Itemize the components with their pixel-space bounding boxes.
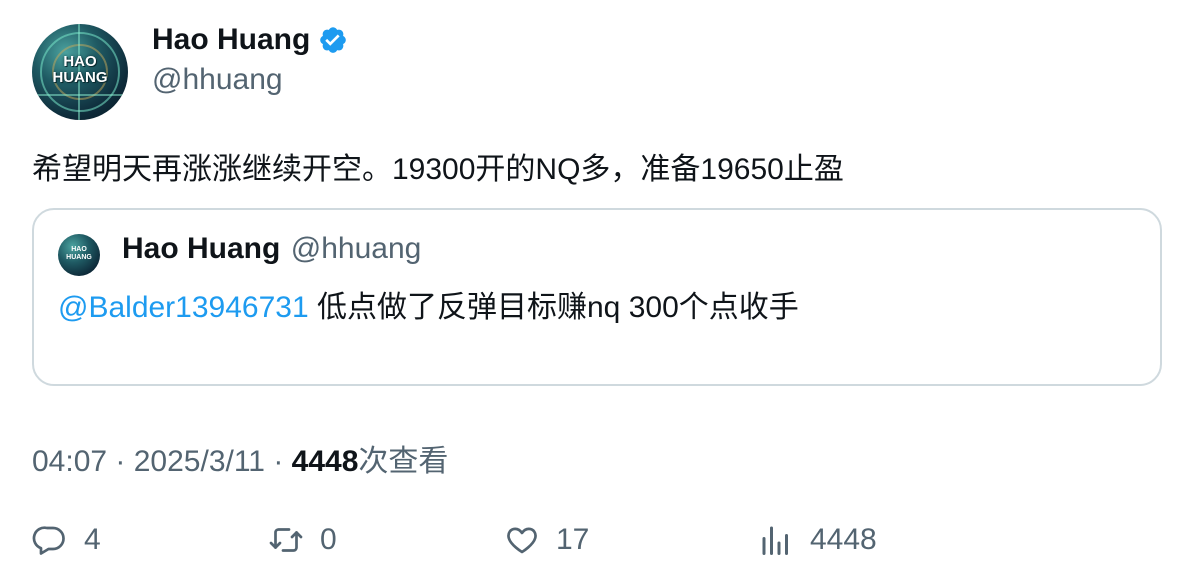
quoted-tweet[interactable]: HAO HUANG Hao Huang @hhuang @Balder13946… — [32, 208, 1162, 386]
quoted-avatar-text-line1: HAO — [71, 246, 87, 253]
author-name[interactable]: Hao Huang — [152, 23, 310, 57]
view-count: 4448 — [291, 445, 359, 478]
view-count-label: 次查看 — [358, 445, 449, 478]
reply-button[interactable]: 4 — [32, 522, 101, 558]
author-avatar[interactable]: HAO HUANG — [32, 24, 128, 120]
quoted-author-row: Hao Huang @hhuang — [122, 232, 421, 266]
analytics-icon — [762, 526, 788, 555]
author-handle[interactable]: @hhuang — [152, 63, 283, 97]
tweet-time[interactable]: 04:07 — [32, 445, 107, 478]
like-button[interactable]: 17 — [504, 522, 589, 558]
avatar-decoration — [32, 94, 128, 96]
author-name-row: Hao Huang — [152, 23, 348, 57]
verified-badge-icon[interactable] — [318, 25, 348, 55]
repost-button[interactable]: 0 — [268, 522, 337, 558]
meta-separator: · — [265, 445, 292, 478]
tweet-meta: 04:07 · 2025/3/11 · 4448次查看 — [32, 436, 448, 480]
reply-count: 4 — [84, 523, 101, 556]
quoted-tweet-body: 低点做了反弹目标赚nq 300个点收手 — [308, 291, 799, 324]
meta-separator: · — [107, 445, 134, 478]
avatar-text-line2: HUANG — [52, 69, 108, 86]
like-count: 17 — [556, 523, 590, 556]
reply-icon — [32, 526, 65, 555]
repost-icon — [269, 528, 303, 552]
repost-count: 0 — [320, 523, 337, 556]
avatar-text-line1: HAO — [63, 53, 97, 70]
mention-link[interactable]: @Balder13946731 — [58, 291, 309, 324]
quoted-avatar-text-line2: HUANG — [66, 254, 92, 261]
quoted-tweet-text: @Balder13946731 低点做了反弹目标赚nq 300个点收手 — [58, 282, 799, 326]
tweet-date[interactable]: 2025/3/11 — [134, 445, 265, 478]
views-count: 4448 — [810, 523, 877, 556]
tweet-text: 希望明天再涨涨继续开空。19300开的NQ多，准备19650止盈 — [32, 153, 844, 186]
quoted-author-handle: @hhuang — [290, 232, 422, 265]
heart-icon — [507, 527, 537, 554]
quoted-author-name: Hao Huang — [122, 232, 281, 265]
quoted-author-avatar: HAO HUANG — [58, 234, 100, 276]
views-button[interactable]: 4448 — [758, 522, 877, 558]
